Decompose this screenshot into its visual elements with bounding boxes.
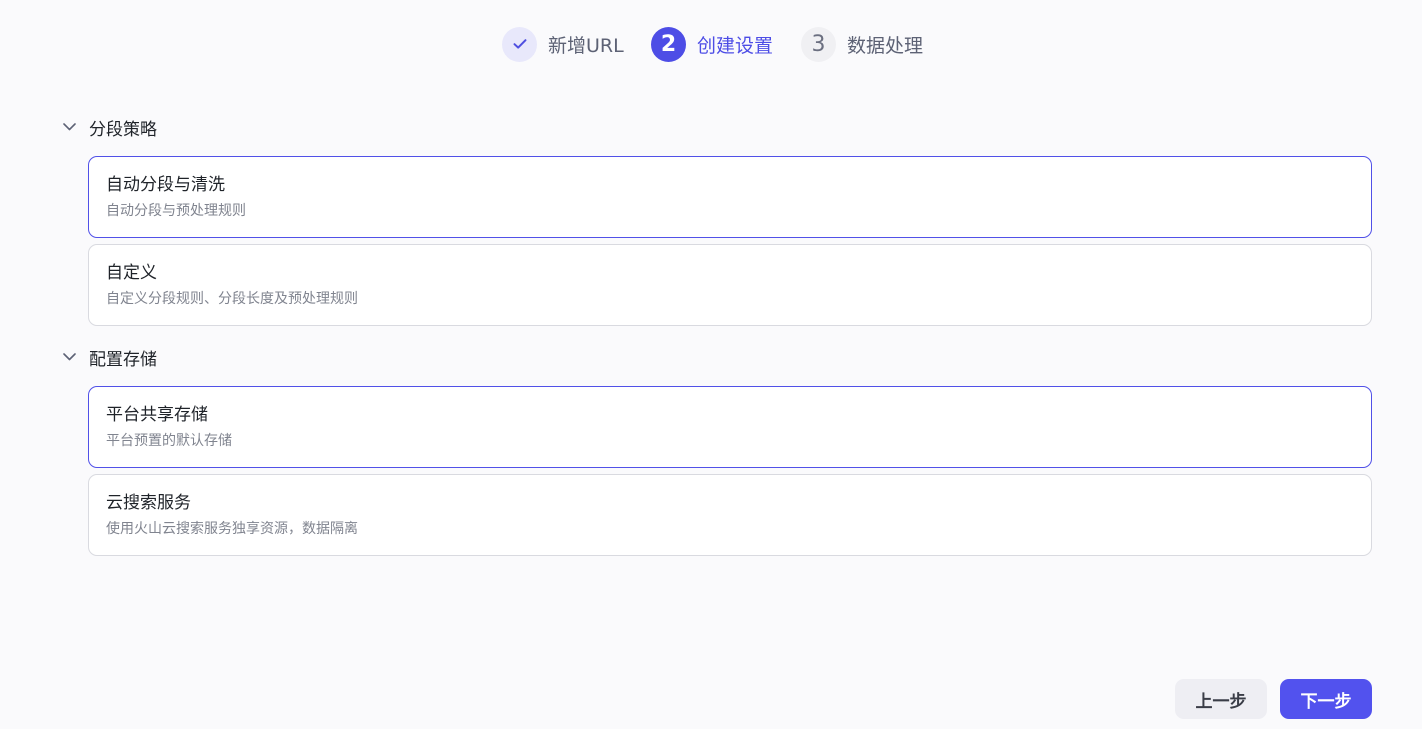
chevron-down-icon [62, 120, 76, 134]
section-title: 配置存储 [89, 349, 157, 370]
section-header-chunk-strategy[interactable]: 分段策略 [62, 115, 157, 140]
stepper: 新增URL 2 创建设置 3 数据处理 [0, 26, 1422, 62]
step-create-settings[interactable]: 2 创建设置 [651, 26, 773, 62]
option-desc: 使用火山云搜索服务独享资源，数据隔离 [106, 521, 358, 537]
step-label: 创建设置 [697, 34, 774, 57]
option-desc: 自动分段与预处理规则 [106, 203, 246, 219]
option-title: 平台共享存储 [106, 405, 208, 425]
option-title: 自动分段与清洗 [106, 175, 225, 195]
step-number: 2 [651, 26, 686, 62]
step-label: 数据处理 [847, 34, 924, 57]
previous-step-button[interactable]: 上一步 [1175, 679, 1267, 719]
option-platform-storage[interactable]: 平台共享存储 平台预置的默认存储 [88, 386, 1372, 468]
step-number: 3 [801, 26, 836, 62]
option-desc: 自定义分段规则、分段长度及预处理规则 [106, 291, 358, 307]
section-title: 分段策略 [89, 119, 157, 140]
step-data-processing[interactable]: 3 数据处理 [801, 26, 923, 62]
option-cloud-search[interactable]: 云搜索服务 使用火山云搜索服务独享资源，数据隔离 [88, 474, 1372, 556]
option-desc: 平台预置的默认存储 [106, 433, 232, 449]
step-label: 新增URL [548, 34, 624, 57]
option-custom[interactable]: 自定义 自定义分段规则、分段长度及预处理规则 [88, 244, 1372, 326]
option-title: 云搜索服务 [106, 493, 191, 513]
chevron-down-icon [62, 350, 76, 364]
option-title: 自定义 [106, 263, 157, 283]
section-header-storage[interactable]: 配置存储 [62, 345, 157, 370]
check-icon [502, 26, 537, 62]
option-auto-chunk[interactable]: 自动分段与清洗 自动分段与预处理规则 [88, 156, 1372, 238]
step-add-url[interactable]: 新增URL [502, 26, 624, 62]
next-step-button[interactable]: 下一步 [1280, 679, 1372, 719]
